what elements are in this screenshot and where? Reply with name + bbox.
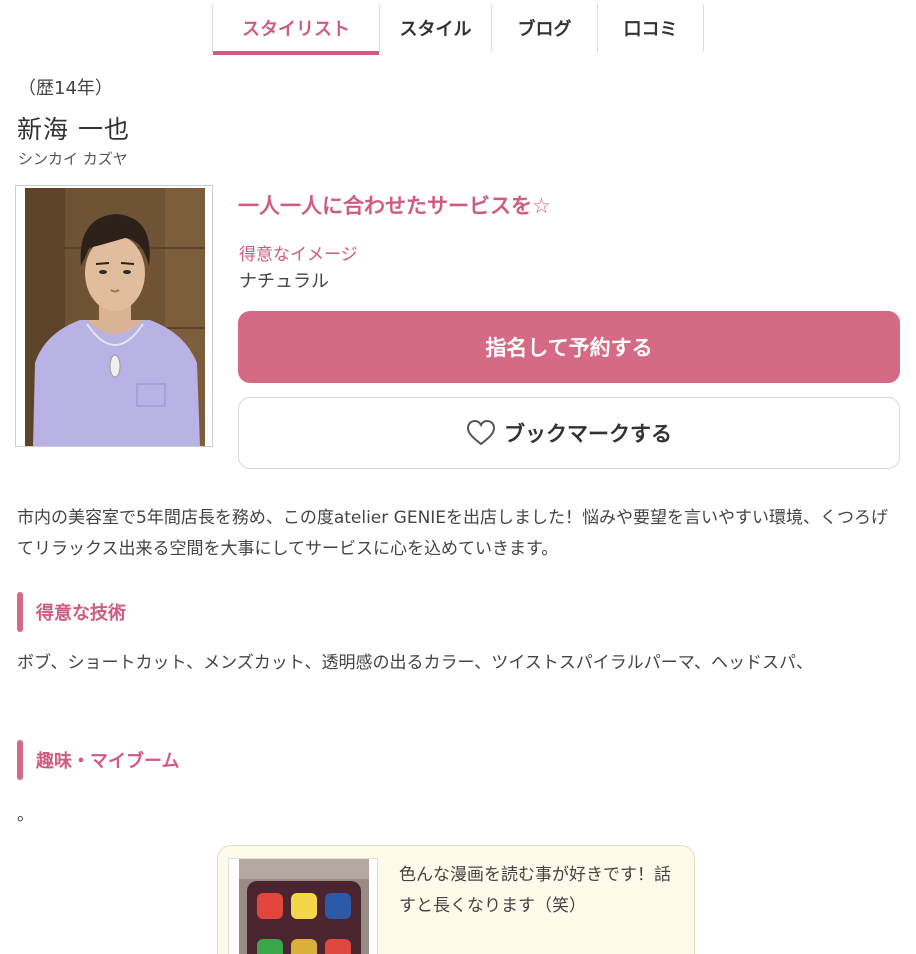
skills-heading-text: 得意な技術: [36, 603, 126, 624]
reserve-button-label: 指名して予約する: [485, 336, 653, 360]
skills-text: ボブ、ショートカット、メンズカット、透明感の出るカラー、ツイストスパイラルパーマ…: [17, 653, 813, 673]
experience-years: （歴14年）: [18, 78, 113, 99]
tab-reviews[interactable]: 口コミ: [598, 4, 704, 52]
stylist-photo: [15, 185, 213, 447]
reserve-stylist-button[interactable]: 指名して予約する: [238, 311, 900, 383]
hobby-photo: [228, 858, 378, 954]
stylist-tabs: スタイリスト スタイル ブログ 口コミ: [212, 4, 704, 56]
tab-blog[interactable]: ブログ: [492, 4, 598, 52]
hobby-heading-text: 趣味・マイブーム: [36, 751, 180, 772]
favorite-image-value: ナチュラル: [239, 271, 329, 292]
heading-accent-bar: [17, 740, 23, 780]
bookmark-button-label: ブックマークする: [504, 422, 672, 446]
favorite-image-label: 得意なイメージ: [239, 245, 358, 265]
hobby-text: 。: [17, 805, 34, 825]
bookmark-button[interactable]: ブックマークする: [238, 397, 900, 469]
hobby-heading: 趣味・マイブーム: [17, 740, 180, 780]
tab-stylist[interactable]: スタイリスト: [212, 4, 380, 55]
tab-style[interactable]: スタイル: [380, 4, 492, 52]
stylist-introduction: 市内の美容室で5年間店長を務め、この度atelier GENIEを出店しました！…: [17, 508, 889, 559]
heart-icon: [466, 419, 496, 447]
skills-heading: 得意な技術: [17, 592, 126, 632]
stylist-name-kana: シンカイ カズヤ: [18, 150, 128, 168]
stylist-catchphrase: 一人一人に合わせたサービスを☆: [238, 194, 551, 218]
stylist-name: 新海 一也: [17, 115, 130, 144]
heading-accent-bar: [17, 592, 23, 632]
hobby-card: 色んな漫画を読む事が好きです！話すと長くなります（笑）: [217, 845, 695, 954]
hobby-card-caption: 色んな漫画を読む事が好きです！話すと長くなります（笑）: [399, 865, 671, 916]
